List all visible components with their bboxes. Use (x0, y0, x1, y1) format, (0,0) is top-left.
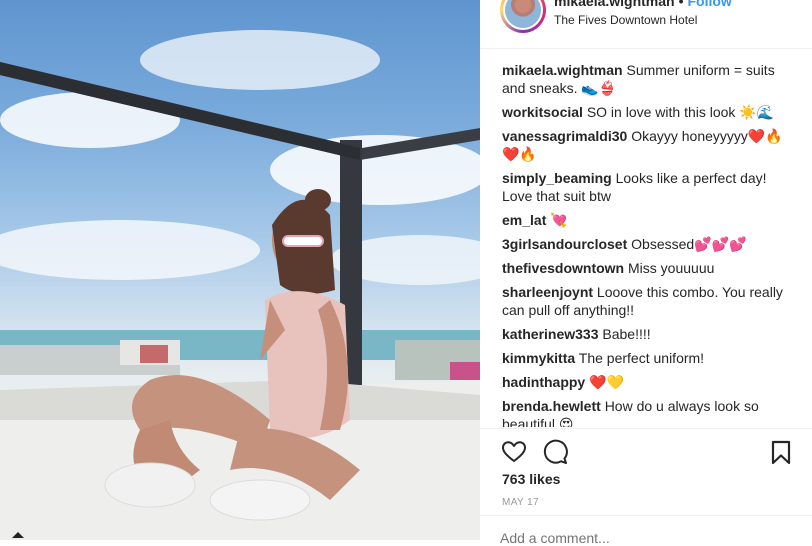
comment-username[interactable]: katherinew333 (502, 326, 599, 342)
comment-item: 3girlsandourcloset Obsessed💕💕💕 (502, 235, 794, 253)
comment-username[interactable]: workitsocial (502, 104, 583, 120)
follow-button[interactable]: Follow (688, 0, 732, 9)
avatar-story-ring[interactable] (500, 0, 546, 33)
comment-item: simply_beaming Looks like a perfect day!… (502, 169, 794, 205)
likes-count[interactable]: 763 likes (502, 471, 560, 487)
comment-text: SO in love with this look ☀️🌊 (586, 104, 775, 120)
comment-username[interactable]: simply_beaming (502, 170, 612, 186)
header-separator: • (678, 0, 684, 9)
post-header: mikaela.wightman • Follow The Fives Downto… (480, 0, 812, 49)
action-bar (480, 428, 812, 473)
comment-item: hadinthappy ❤️💛 (502, 373, 794, 391)
photo-scene (0, 0, 480, 540)
comment-text: ❤️💛 (589, 374, 624, 390)
comment-text: The perfect uniform! (578, 350, 705, 366)
comment-bubble-icon[interactable] (542, 439, 568, 465)
comment-text: Babe!!!! (602, 326, 651, 342)
add-comment-section (480, 515, 812, 546)
heart-icon[interactable] (501, 439, 527, 465)
comment-username[interactable]: hadinthappy (502, 374, 585, 390)
comment-text: 💘 (550, 212, 568, 228)
comment-username[interactable]: mikaela.wightman (502, 62, 623, 78)
comment-item: kimmykitta The perfect uniform! (502, 349, 794, 367)
comment-item: mikaela.wightman Summer uniform = suits … (502, 61, 794, 97)
location-link[interactable]: The Fives Downtown Hotel (554, 13, 697, 27)
comment-username[interactable]: 3girlsandourcloset (502, 236, 627, 252)
post-date: MAY 17 (502, 497, 540, 508)
header-user-line: mikaela.wightman • Follow (554, 0, 732, 9)
comment-item: brenda.hewlett How do u always look so b… (502, 397, 794, 427)
post-photo[interactable] (0, 0, 480, 540)
comment-item: thefivesdowntown Miss youuuuu (502, 259, 794, 277)
comment-username[interactable]: sharleenjoynt (502, 284, 593, 300)
comment-item: katherinew333 Babe!!!! (502, 325, 794, 343)
header-username[interactable]: mikaela.wightman (554, 0, 675, 9)
comment-item: em_lat 💘 (502, 211, 794, 229)
comment-username[interactable]: kimmykitta (502, 350, 575, 366)
avatar[interactable] (503, 0, 543, 30)
comment-username[interactable]: vanessagrimaldi30 (502, 128, 627, 144)
post-side-panel: mikaela.wightman • Follow The Fives Downto… (480, 0, 812, 546)
comment-text: Obsessed💕💕💕 (631, 236, 747, 252)
comments-list[interactable]: mikaela.wightman Summer uniform = suits … (502, 61, 794, 427)
comment-username[interactable]: thefivesdowntown (502, 260, 624, 276)
comment-username[interactable]: em_lat (502, 212, 546, 228)
add-comment-input[interactable] (500, 530, 790, 546)
comment-item: vanessagrimaldi30 Okayyy honeyyyyy❤️🔥❤️🔥 (502, 127, 794, 163)
comment-username[interactable]: brenda.hewlett (502, 398, 601, 414)
comment-text: Miss youuuuu (628, 260, 715, 276)
comment-item: sharleenjoynt Looove this combo. You rea… (502, 283, 794, 319)
comment-item: workitsocial SO in love with this look ☀… (502, 103, 794, 121)
bookmark-icon[interactable] (768, 439, 794, 465)
